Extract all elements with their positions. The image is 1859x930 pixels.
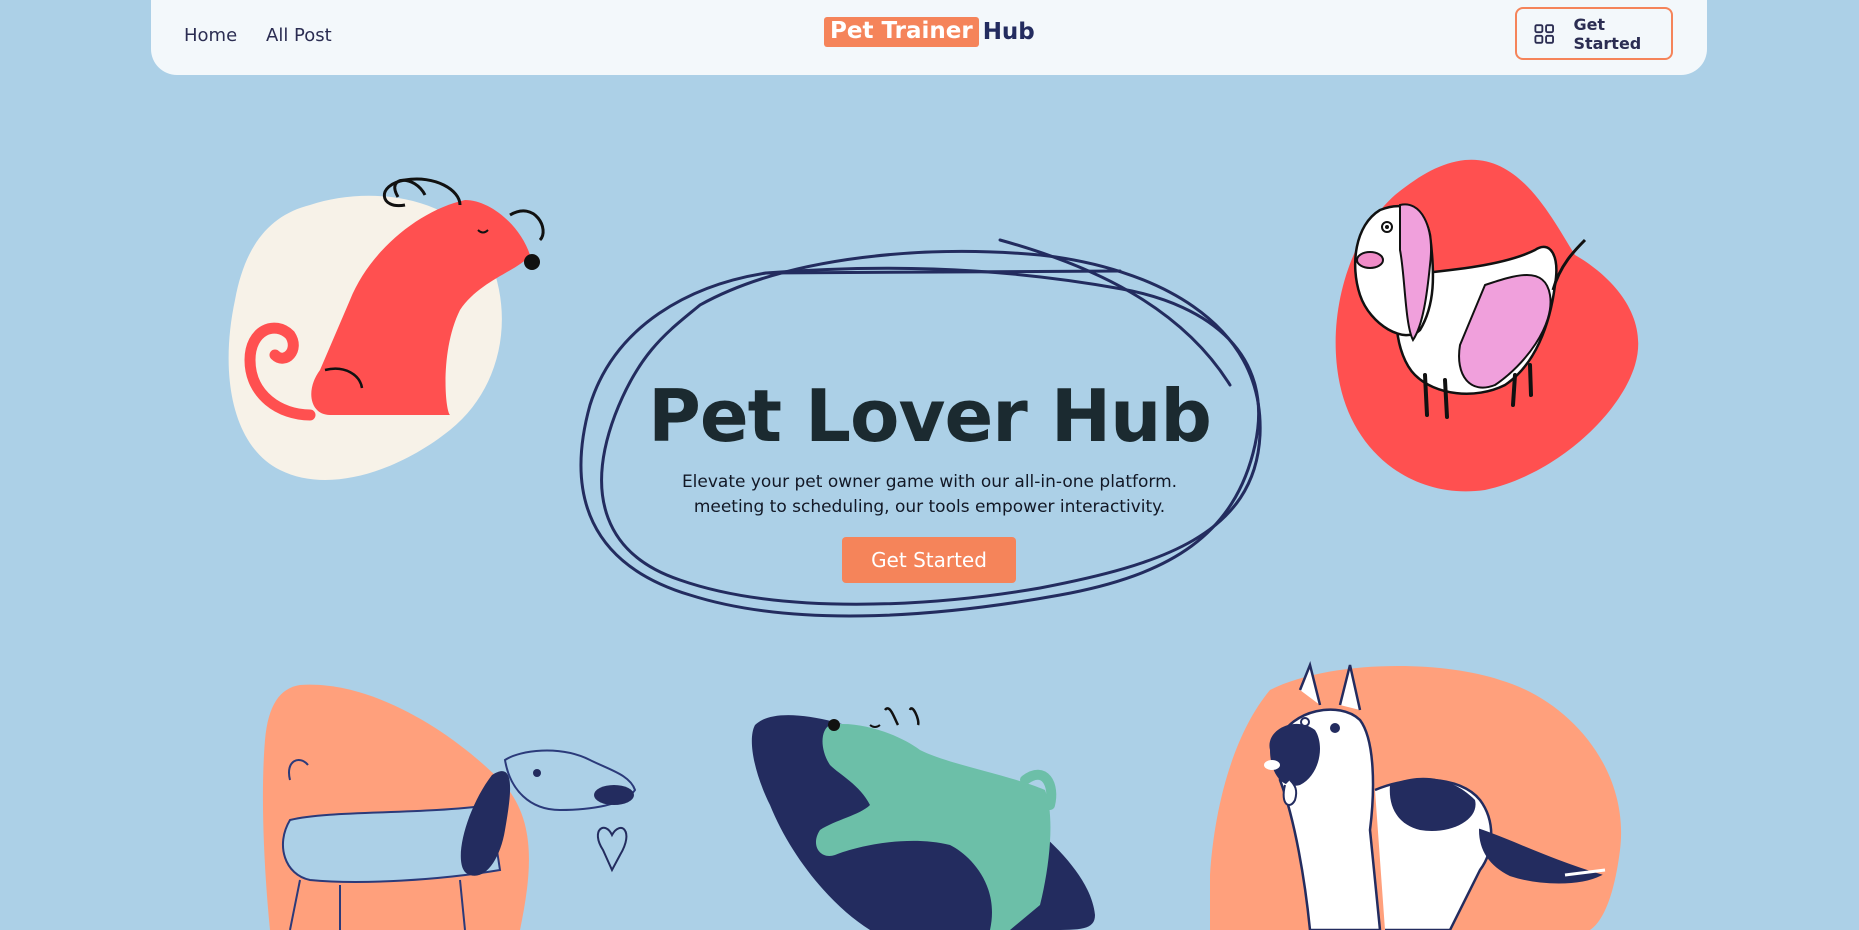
hero-get-started-button[interactable]: Get Started [842, 537, 1016, 583]
green-dog-on-surfboard-illustration [751, 707, 1095, 930]
logo-text-primary: Pet Trainer [824, 16, 979, 47]
pink-basset-hound-illustration [1335, 159, 1639, 492]
top-navbar: Home All Post Pet Trainer Hub Get Starte… [151, 0, 1707, 75]
nav-get-started-label: Get Started [1573, 14, 1642, 53]
nav-link-home[interactable]: Home [184, 25, 237, 46]
nav-link-all-post[interactable]: All Post [266, 25, 332, 46]
blue-dog-with-heart-illustration [262, 684, 637, 930]
grid-icon [1534, 23, 1554, 44]
red-dog-sitting-illustration [228, 177, 545, 481]
white-shepherd-dog-illustration [1210, 660, 1622, 930]
site-logo[interactable]: Pet Trainer Hub [824, 16, 1035, 47]
nav-get-started-button[interactable]: Get Started [1515, 7, 1673, 60]
logo-text-secondary: Hub [982, 18, 1035, 45]
